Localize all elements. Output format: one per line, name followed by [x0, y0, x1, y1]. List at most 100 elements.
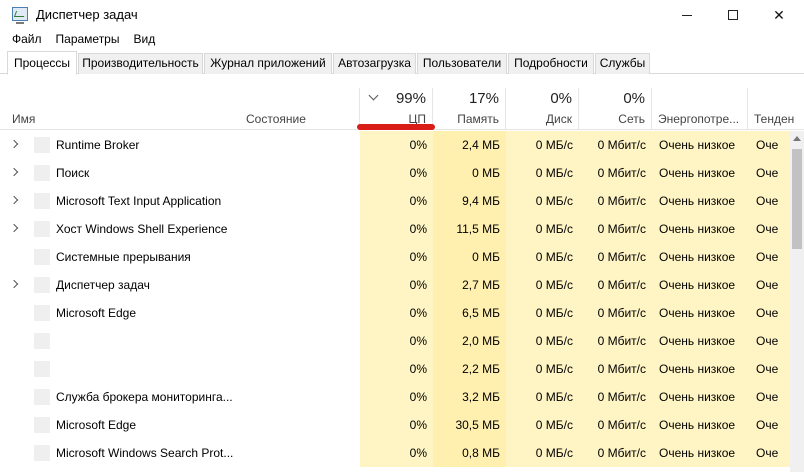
- memory-value: 0,8 МБ: [433, 439, 506, 467]
- disk-value: 0 МБ/с: [506, 131, 579, 159]
- column-header-trend[interactable]: Тенден: [748, 88, 804, 130]
- column-header-name[interactable]: Имя: [0, 88, 240, 130]
- network-value: 0 Мбит/с: [579, 411, 652, 439]
- tab-details[interactable]: Подробности: [508, 53, 594, 74]
- task-manager-icon: [12, 7, 28, 24]
- tab-services[interactable]: Службы: [595, 53, 650, 74]
- process-icon: [34, 193, 50, 209]
- network-value: 0 Мбит/с: [579, 327, 652, 355]
- column-header-energy[interactable]: Энергопотре...: [652, 88, 748, 130]
- network-value: 0 Мбит/с: [579, 439, 652, 467]
- column-header-disk[interactable]: 0% Диск: [506, 88, 579, 130]
- memory-value: 0 МБ: [433, 159, 506, 187]
- trend-value: Оче: [748, 299, 790, 327]
- expand-chevron-icon[interactable]: [9, 139, 19, 149]
- table-row[interactable]: Microsoft Edge 0% 30,5 МБ 0 МБ/с 0 Мбит/с Оче…: [0, 411, 790, 439]
- cpu-value: 0%: [360, 327, 433, 355]
- cpu-value: 0%: [360, 187, 433, 215]
- tab-users[interactable]: Пользователи: [417, 53, 507, 74]
- energy-value: Очень низкое: [652, 355, 748, 383]
- maximize-icon: [728, 10, 738, 20]
- process-name: Microsoft Edge: [56, 418, 137, 432]
- tab-startup[interactable]: Автозагрузка: [333, 53, 416, 74]
- process-icon: [34, 417, 50, 433]
- memory-value: 9,4 МБ: [433, 187, 506, 215]
- memory-value: 30,5 МБ: [433, 411, 506, 439]
- table-row[interactable]: 0% 2,2 МБ 0 МБ/с 0 Мбит/с Очень низкое Оче: [0, 355, 790, 383]
- memory-value: 2,4 МБ: [433, 131, 506, 159]
- network-value: 0 Мбит/с: [579, 187, 652, 215]
- expand-chevron-icon[interactable]: [9, 167, 19, 177]
- process-name: Хост Windows Shell Experience: [56, 222, 228, 236]
- disk-value: 0 МБ/с: [506, 411, 579, 439]
- vertical-scrollbar[interactable]: [790, 131, 804, 472]
- network-value: 0 Мбит/с: [579, 243, 652, 271]
- table-row[interactable]: Microsoft Windows Search Prot... 0% 0,8 МБ…: [0, 439, 790, 467]
- cpu-value: 0%: [360, 355, 433, 383]
- column-header-status[interactable]: Состояние: [240, 88, 360, 130]
- disk-value: 0 МБ/с: [506, 439, 579, 467]
- maximize-button[interactable]: [710, 0, 756, 30]
- memory-value: 2,2 МБ: [433, 355, 506, 383]
- process-name: Служба брокера мониторинга...: [56, 390, 233, 404]
- minimize-icon: [682, 14, 692, 16]
- column-header-memory[interactable]: 17% Память: [433, 88, 506, 130]
- cpu-value: 0%: [360, 299, 433, 327]
- table-row[interactable]: Хост Windows Shell Experience 0% 11,5 МБ 0 …: [0, 215, 790, 243]
- tab-processes[interactable]: Процессы: [7, 51, 77, 75]
- trend-value: Оче: [748, 271, 790, 299]
- expand-chevron-icon[interactable]: [9, 223, 19, 233]
- disk-value: 0 МБ/с: [506, 215, 579, 243]
- tab-strip: Процессы Производительность Журнал прило…: [0, 51, 804, 75]
- title-bar: Диспетчер задач ✕: [0, 0, 804, 30]
- table-row[interactable]: Поиск 0% 0 МБ 0 МБ/с 0 Мбит/с Очень низкое Оче: [0, 159, 790, 187]
- energy-value: Очень низкое: [652, 271, 748, 299]
- table-row[interactable]: Системные прерывания 0% 0 МБ 0 МБ/с 0 Мбит/с…: [0, 243, 790, 271]
- trend-value: Оче: [748, 215, 790, 243]
- memory-value: 6,5 МБ: [433, 299, 506, 327]
- trend-value: Оче: [748, 383, 790, 411]
- menu-view[interactable]: Вид: [126, 30, 162, 50]
- network-value: 0 Мбит/с: [579, 299, 652, 327]
- scroll-thumb[interactable]: [792, 149, 802, 249]
- table-row[interactable]: Служба брокера мониторинга... 0% 3,2 МБ 0 М…: [0, 383, 790, 411]
- process-name: Системные прерывания: [56, 250, 191, 264]
- minimize-button[interactable]: [664, 0, 710, 30]
- close-button[interactable]: ✕: [756, 0, 802, 30]
- tab-performance[interactable]: Производительность: [78, 53, 203, 74]
- table-row[interactable]: Microsoft Text Input Application 0% 9,4 МБ…: [0, 187, 790, 215]
- energy-value: Очень низкое: [652, 131, 748, 159]
- scroll-up-arrow-icon[interactable]: [793, 136, 801, 141]
- network-value: 0 Мбит/с: [579, 131, 652, 159]
- disk-value: 0 МБ/с: [506, 355, 579, 383]
- cpu-value: 0%: [360, 243, 433, 271]
- table-row[interactable]: Microsoft Edge 0% 6,5 МБ 0 МБ/с 0 Мбит/с Очен…: [0, 299, 790, 327]
- memory-value: 0 МБ: [433, 243, 506, 271]
- process-icon: [34, 389, 50, 405]
- trend-value: Оче: [748, 411, 790, 439]
- menu-options[interactable]: Параметры: [49, 30, 127, 50]
- trend-value: Оче: [748, 131, 790, 159]
- expand-chevron-icon[interactable]: [9, 195, 19, 205]
- network-value: 0 Мбит/с: [579, 215, 652, 243]
- process-icon: [34, 165, 50, 181]
- cpu-value: 0%: [360, 215, 433, 243]
- memory-value: 11,5 МБ: [433, 215, 506, 243]
- menu-file[interactable]: Файл: [0, 30, 49, 50]
- energy-value: Очень низкое: [652, 299, 748, 327]
- table-row[interactable]: Диспетчер задач 0% 2,7 МБ 0 МБ/с 0 Мбит/с Оче…: [0, 271, 790, 299]
- table-row[interactable]: 0% 2,0 МБ 0 МБ/с 0 Мбит/с Очень низкое Оче: [0, 327, 790, 355]
- disk-value: 0 МБ/с: [506, 243, 579, 271]
- process-name: [56, 355, 236, 383]
- tab-app-history[interactable]: Журнал приложений: [204, 53, 332, 74]
- table-row[interactable]: Runtime Broker 0% 2,4 МБ 0 МБ/с 0 Мбит/с Очен…: [0, 131, 790, 159]
- expand-chevron-icon[interactable]: [9, 279, 19, 289]
- process-name: Поиск: [56, 166, 90, 180]
- energy-value: Очень низкое: [652, 439, 748, 467]
- memory-value: 2,0 МБ: [433, 327, 506, 355]
- process-icon: [34, 277, 50, 293]
- highlight-underline: [357, 124, 435, 130]
- cpu-value: 0%: [360, 383, 433, 411]
- disk-value: 0 МБ/с: [506, 271, 579, 299]
- column-header-network[interactable]: 0% Сеть: [579, 88, 652, 130]
